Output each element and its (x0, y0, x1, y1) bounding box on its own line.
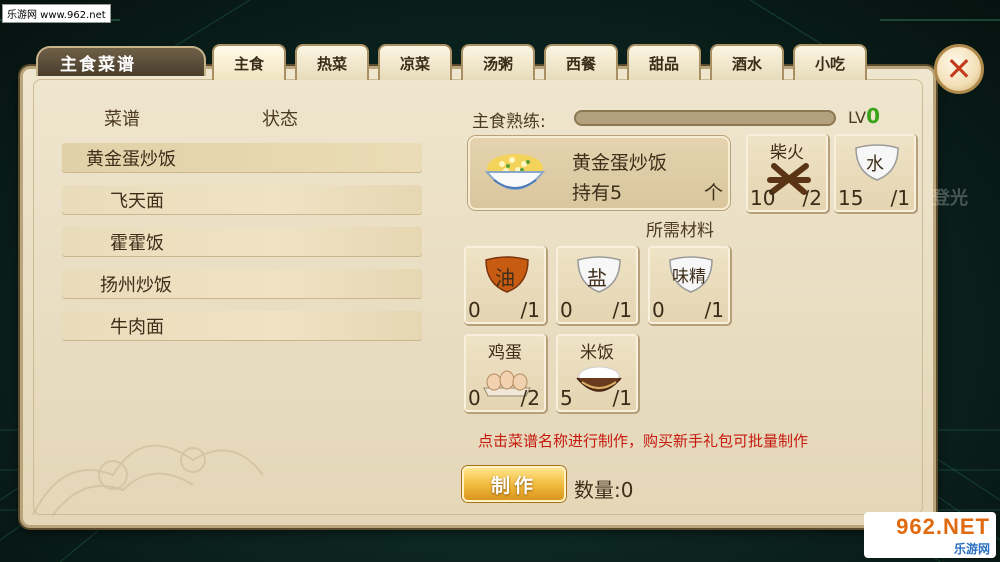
watermark-top-left: 乐游网 www.962.net (2, 4, 111, 23)
recipe-item[interactable]: 霍霍饭 (62, 227, 422, 257)
mastery-progress-bar (574, 110, 836, 126)
tab-drinks[interactable]: 酒水 (710, 44, 784, 80)
recipe-item[interactable]: 牛肉面 (62, 311, 422, 341)
category-tabs: 主食 热菜 凉菜 汤粥 西餐 甜品 酒水 小吃 (212, 44, 867, 80)
close-button[interactable]: ✕ (934, 44, 984, 94)
material-slot-rice[interactable]: 米饭 5 /1 (556, 334, 638, 412)
level-indicator: LV0 (848, 104, 881, 128)
panel-title: 主食菜谱 (36, 46, 206, 76)
quantity-display: 数量:0 (574, 478, 634, 502)
material-slot-msg[interactable]: 味精 0 /1 (648, 246, 730, 324)
tab-soup[interactable]: 汤粥 (461, 44, 535, 80)
mastery-label: 主食熟练: (472, 112, 546, 132)
recipe-item[interactable]: 飞天面 (62, 185, 422, 215)
side-decoration: 登光 (932, 188, 968, 209)
cloud-decoration (32, 444, 264, 516)
dish-name: 黄金蛋炒饭 (572, 152, 668, 174)
notice-text: 点击菜谱名称进行制作，购买新手礼包可批量制作 (478, 432, 809, 450)
col-status-header: 状态 (262, 109, 298, 130)
dish-unit: 个 (704, 182, 724, 204)
col-recipe-header: 菜谱 (104, 109, 140, 130)
tab-cold-dishes[interactable]: 凉菜 (378, 44, 452, 80)
material-slot-eggs[interactable]: 鸡蛋 0 /2 (464, 334, 546, 412)
selected-dish-card: 黄金蛋炒饭 持有5 个 (468, 136, 730, 210)
material-slot-firewood[interactable]: 柴火 10 /2 (746, 134, 828, 212)
tab-hot-dishes[interactable]: 热菜 (295, 44, 369, 80)
material-slot-water[interactable]: 水 15 /1 (834, 134, 916, 212)
tab-western[interactable]: 西餐 (544, 44, 618, 80)
make-button[interactable]: 制作 (462, 466, 566, 502)
tab-snacks[interactable]: 小吃 (793, 44, 867, 80)
material-slot-salt[interactable]: 盐 0 /1 (556, 246, 638, 324)
tab-staple[interactable]: 主食 (212, 44, 286, 80)
recipe-item[interactable]: 扬州炒饭 (62, 269, 422, 299)
required-materials-label: 所需材料 (646, 221, 714, 241)
material-slot-oil[interactable]: 油 0 /1 (464, 246, 546, 324)
close-icon: ✕ (945, 50, 973, 88)
fried-rice-icon (484, 154, 546, 190)
recipe-list: 黄金蛋炒饭 飞天面 霍霍饭 扬州炒饭 牛肉面 (62, 143, 422, 353)
dish-owned-count: 持有5 (572, 182, 623, 204)
tab-dessert[interactable]: 甜品 (627, 44, 701, 80)
watermark-bottom-right: 962.NET 乐游网 (864, 512, 996, 558)
recipe-item[interactable]: 黄金蛋炒饭 (62, 143, 422, 173)
